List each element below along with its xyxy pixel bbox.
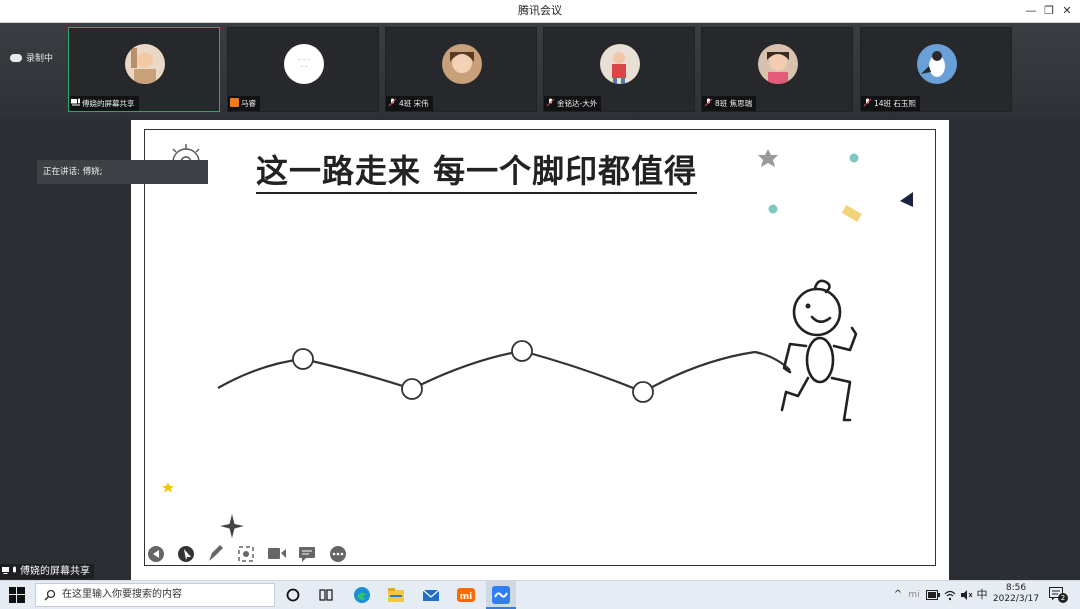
screenshot-icon[interactable] [238,546,254,562]
windows-taskbar: 在这里输入你要搜索的内容 mi ^ mi 中 8:56 2022/3/17 2 [0,580,1080,609]
search-placeholder: 在这里输入你要搜索的内容 [62,589,182,600]
taskbar-clock[interactable]: 8:56 2022/3/17 [990,583,1042,605]
navy-triangle [900,192,913,207]
yellow-star [162,482,174,493]
mi-tray-icon[interactable]: mi [907,581,921,609]
volume-muted-icon[interactable] [960,589,973,601]
path-milestone [632,381,654,403]
yellow-rectangle [841,205,862,222]
pen-icon[interactable] [209,545,223,561]
slide-toolbar [148,545,346,562]
path-milestone [292,348,314,370]
previous-slide-icon[interactable] [148,546,164,562]
screen-share-mic-icon [2,566,16,574]
running-stick-figure [780,279,858,422]
sparkle-decoration [220,514,244,538]
tencent-meeting-taskbar-button[interactable] [486,581,516,609]
teal-dot [849,153,859,163]
path-milestone [401,378,423,400]
speaking-indicator: 正在讲话: 傅娆; [37,160,208,184]
edge-browser-icon[interactable] [353,586,371,604]
input-method-indicator[interactable]: 中 [974,581,990,609]
svg-text:mi: mi [460,592,472,602]
cortana-icon[interactable] [284,586,302,604]
show-hidden-icons-chevron-up-icon[interactable]: ^ [892,581,904,609]
notification-count-badge: 2 [1058,593,1068,603]
battery-icon[interactable] [926,590,940,600]
screen-share-label: 傅娆的屏幕共享 [0,564,94,579]
star-decoration [758,149,778,167]
tencent-meeting-icon [492,586,510,604]
chat-icon[interactable] [299,547,315,562]
windows-start-icon[interactable] [9,587,25,603]
clock-time: 8:56 [1005,583,1027,593]
search-icon [44,589,56,601]
video-camera-icon[interactable] [268,548,286,559]
mi-app-icon[interactable]: mi [457,586,475,604]
path-milestone [511,340,533,362]
notification-center-button[interactable]: 2 [1049,586,1069,604]
more-options-icon[interactable] [330,546,346,562]
task-view-icon[interactable] [317,586,335,604]
pointer-icon[interactable] [178,546,194,562]
clock-date: 2022/3/17 [992,594,1040,604]
taskbar-search-input[interactable]: 在这里输入你要搜索的内容 [35,583,275,607]
slide-drawing [148,144,913,562]
slide-title: 这一路走来 每一个脚印都值得 [256,150,698,194]
mail-icon[interactable] [422,586,440,604]
file-explorer-icon[interactable] [387,586,405,604]
wifi-icon[interactable] [944,589,956,601]
screen-share-label-text: 傅娆的屏幕共享 [20,566,90,577]
teal-dot [768,204,778,214]
